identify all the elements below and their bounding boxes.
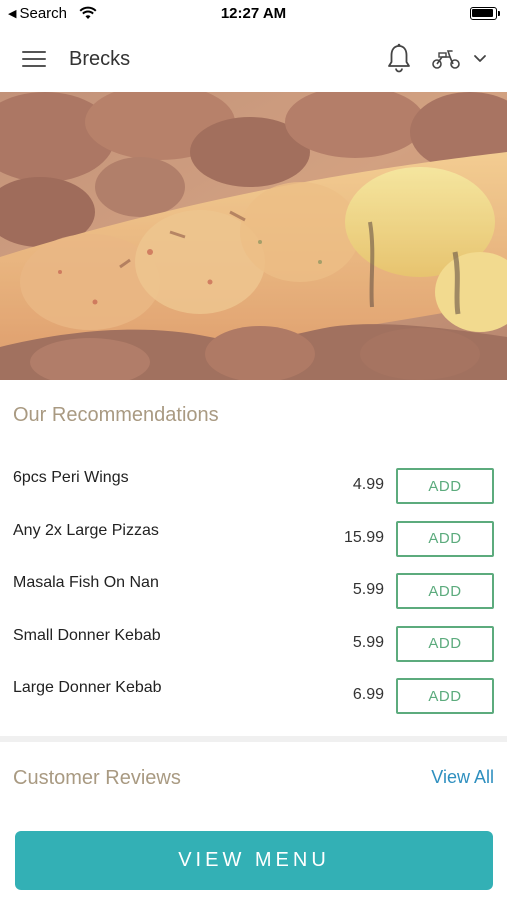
item-price: 15.99 [343,528,384,546]
battery-icon [470,7,500,20]
add-button[interactable]: ADD [396,625,494,662]
view-menu-button[interactable]: VIEW MENU [15,831,493,890]
list-item: Large Donner Kebab 6.99 ADD [0,668,507,721]
view-all-link[interactable]: View All [431,767,494,788]
add-button[interactable]: ADD [396,468,494,504]
item-name: Masala Fish On Nan [13,574,159,591]
list-item: Masala Fish On Nan 5.99 ADD [0,563,507,616]
item-name: Any 2x Large Pizzas [13,521,159,539]
list-item: 6pcs Peri Wings 4.99 ADD [0,458,507,511]
chevron-down-icon[interactable] [473,54,487,64]
add-button[interactable]: ADD [396,520,494,557]
hero-image [0,92,507,380]
recommendations-list: 6pcs Peri Wings 4.99 ADD Any 2x Large Pi… [0,458,507,721]
menu-icon[interactable] [22,48,48,70]
item-name: Small Donner Kebab [13,626,161,644]
status-bar: ◀ Search 12:27 AM [0,0,507,28]
item-name: 6pcs Peri Wings [13,469,129,486]
add-button[interactable]: ADD [396,678,494,714]
page-title: Brecks [69,48,131,70]
item-price: 5.99 [352,633,384,651]
item-name: Large Donner Kebab [13,679,162,696]
status-time: 12:27 AM [220,5,287,22]
item-price: 4.99 [352,476,384,493]
scooter-icon[interactable] [431,47,461,71]
recommendations-title: Our Recommendations [13,404,219,426]
kebab-photo-illustration [0,92,507,380]
app-header: Brecks [0,28,507,92]
reviews-title: Customer Reviews [13,767,181,789]
list-item: Any 2x Large Pizzas 15.99 ADD [0,511,507,564]
bell-icon[interactable] [386,43,412,73]
add-button[interactable]: ADD [396,573,494,609]
item-price: 5.99 [352,581,384,598]
section-divider [0,736,507,742]
item-price: 6.99 [352,686,384,703]
list-item: Small Donner Kebab 5.99 ADD [0,616,507,669]
